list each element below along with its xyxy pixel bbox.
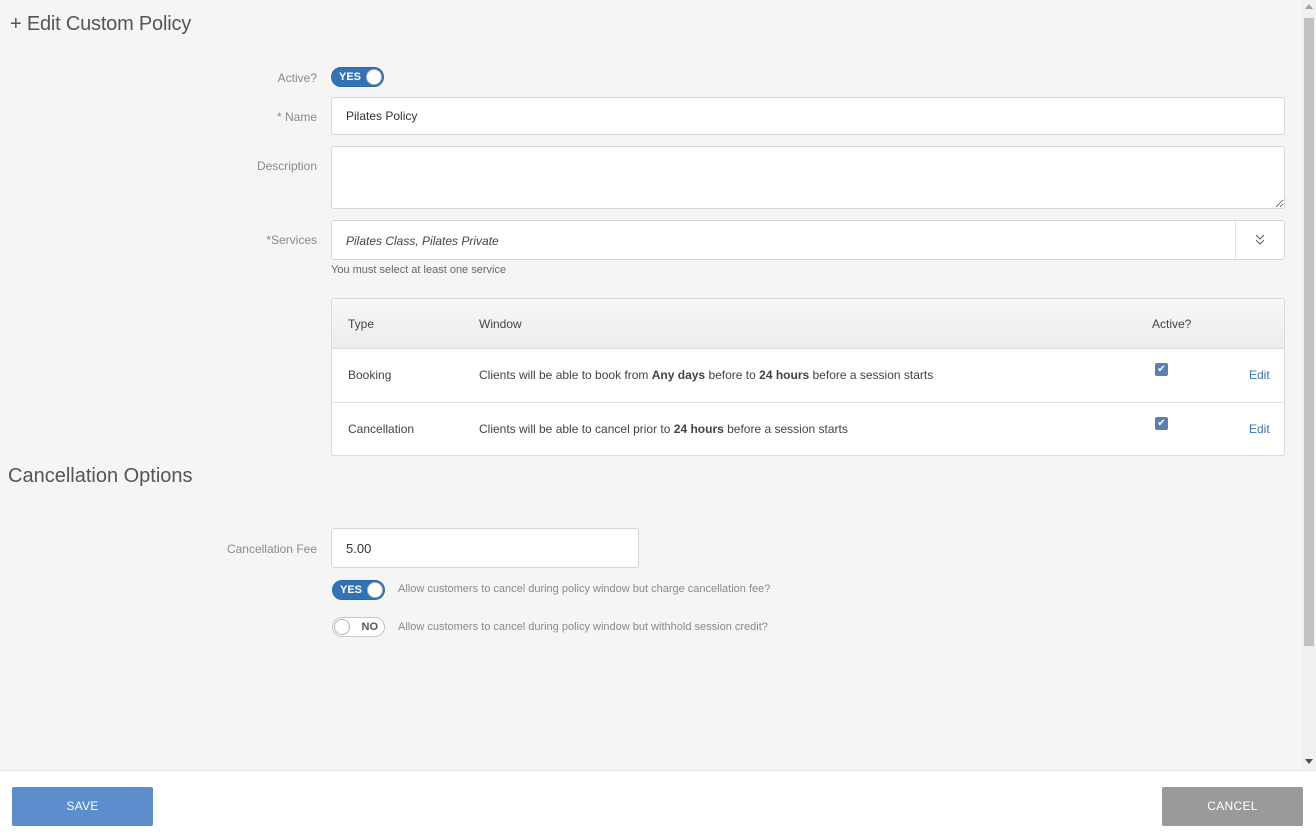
active-checkbox[interactable]: ✔ (1155, 417, 1168, 430)
description-textarea[interactable] (331, 146, 1285, 209)
services-selected-value: Pilates Class, Pilates Private (346, 234, 499, 248)
scroll-up-arrow-icon[interactable] (1305, 4, 1313, 9)
window-text: before to (705, 368, 760, 382)
edit-booking-link[interactable]: Edit (1249, 368, 1270, 382)
charge-fee-toggle-text: YES (340, 584, 363, 596)
cancellation-fee-label: Cancellation Fee (226, 542, 317, 556)
chevron-double-down-icon (1255, 234, 1265, 245)
name-input[interactable] (331, 97, 1285, 135)
column-header-window: Window (479, 317, 522, 331)
active-toggle[interactable]: YES (331, 67, 384, 87)
charge-fee-option-text: Allow customers to cancel during policy … (398, 583, 771, 595)
withhold-credit-toggle-text: NO (361, 621, 379, 633)
withhold-credit-option-text: Allow customers to cancel during policy … (398, 621, 768, 633)
toggle-knob (334, 619, 350, 635)
policy-window-table: Type Window Active? Booking Clients will… (331, 298, 1285, 456)
active-checkbox[interactable]: ✔ (1155, 363, 1168, 376)
services-hint: You must select at least one service (331, 264, 507, 276)
scrollbar-thumb[interactable] (1304, 18, 1314, 646)
page-title: + Edit Custom Policy (10, 13, 192, 35)
services-label: *Services (266, 233, 317, 247)
row-type: Booking (348, 368, 392, 382)
row-window: Clients will be able to cancel prior to … (479, 422, 848, 436)
description-label: Description (256, 159, 317, 173)
row-window: Clients will be able to book from Any da… (479, 368, 933, 382)
cancellation-fee-input[interactable] (331, 528, 639, 568)
table-row: Cancellation Clients will be able to can… (332, 402, 1284, 455)
toggle-knob (367, 582, 383, 598)
services-dropdown-toggle[interactable] (1235, 221, 1284, 259)
column-header-type: Type (348, 317, 375, 331)
table-row: Booking Clients will be able to book fro… (332, 348, 1284, 403)
window-text: before a session starts (723, 422, 848, 436)
charge-fee-toggle[interactable]: YES (332, 580, 385, 600)
window-bold-value: Any days (651, 368, 706, 382)
withhold-credit-toggle[interactable]: NO (332, 617, 385, 637)
active-toggle-text: YES (339, 71, 362, 83)
cancel-button[interactable]: CANCEL (1162, 787, 1303, 826)
window-text: Clients will be able to cancel prior to (479, 422, 674, 436)
window-text: Clients will be able to book from (479, 368, 652, 382)
window-bold-value: 24 hours (673, 422, 724, 436)
window-text: before a session starts (809, 368, 934, 382)
vertical-scrollbar[interactable] (1302, 0, 1316, 770)
toggle-knob (366, 69, 382, 85)
scroll-down-arrow-icon[interactable] (1305, 759, 1313, 764)
footer-bar: SAVE CANCEL (0, 770, 1316, 838)
active-label: Active? (277, 71, 317, 85)
section-title-cancellation-options: Cancellation Options (8, 465, 193, 487)
row-type: Cancellation (348, 422, 415, 436)
save-button[interactable]: SAVE (12, 787, 153, 826)
name-label: * Name (276, 110, 317, 124)
services-select[interactable]: Pilates Class, Pilates Private (331, 220, 1285, 260)
column-header-active: Active? (1152, 317, 1192, 331)
table-header: Type Window Active? (332, 299, 1284, 349)
edit-cancellation-link[interactable]: Edit (1249, 422, 1270, 436)
window-bold-value: 24 hours (759, 368, 810, 382)
